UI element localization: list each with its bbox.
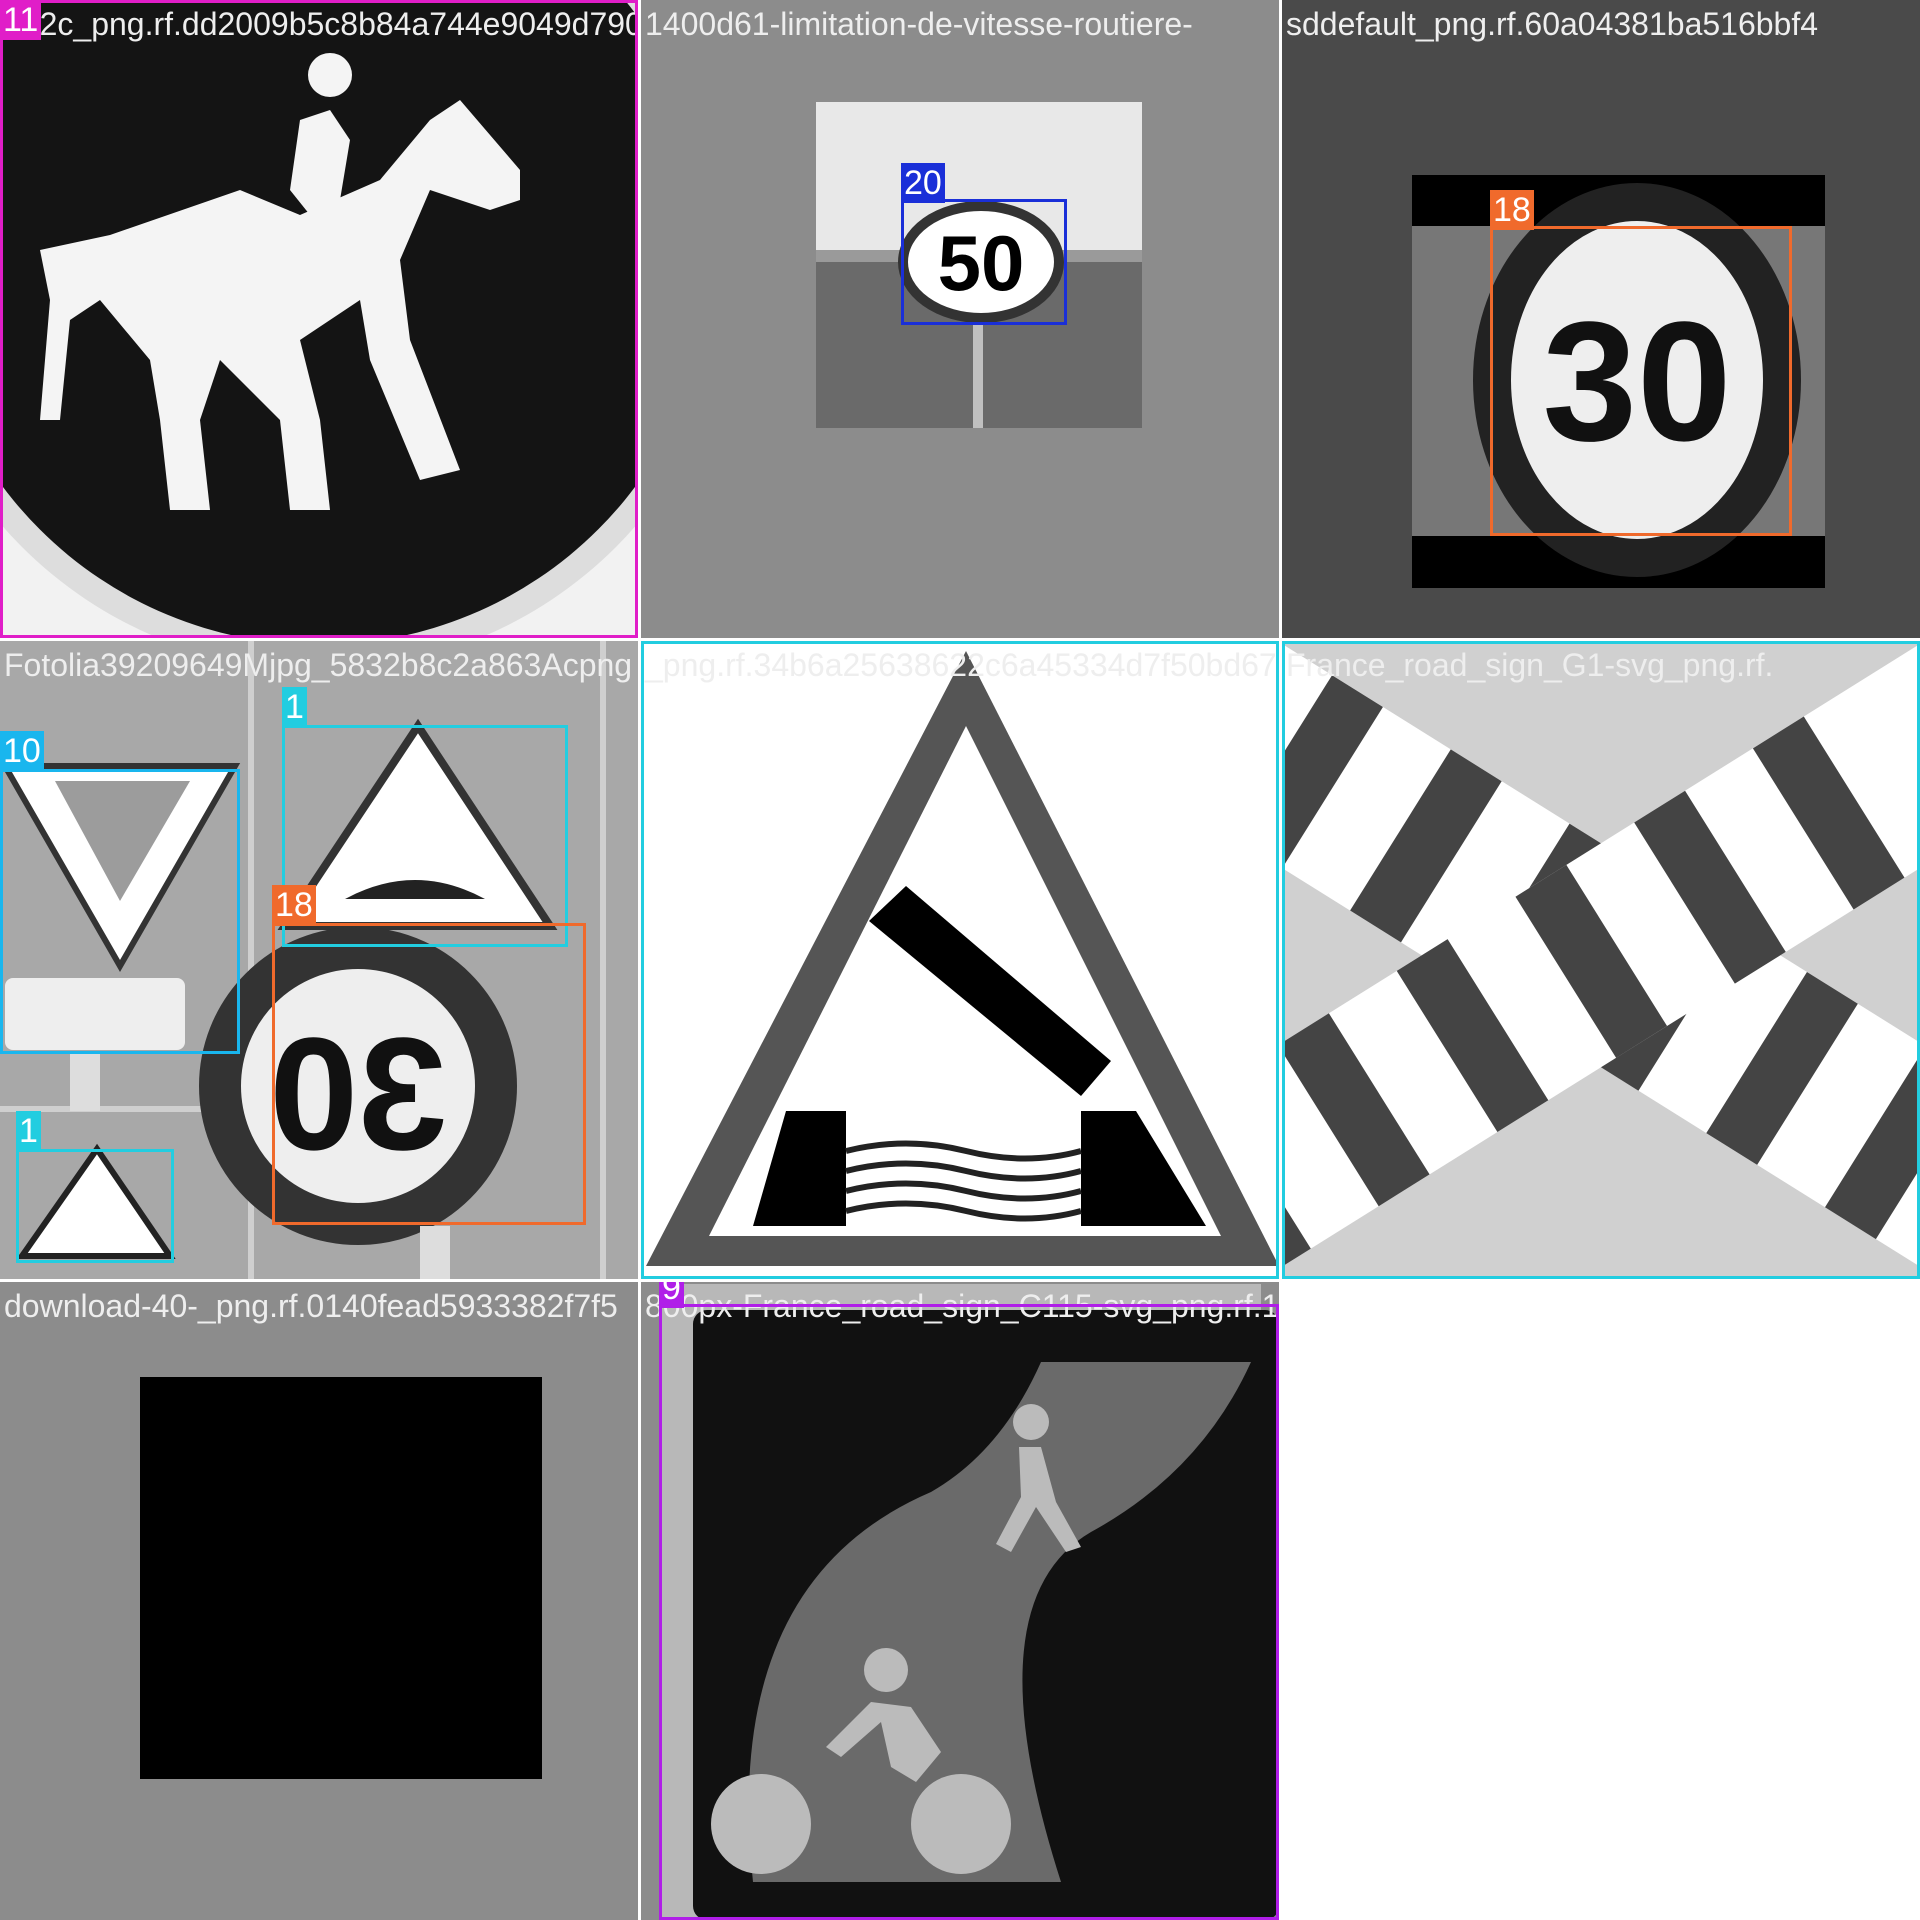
- tile-filename: download-40-_png.rf.0140fead5933382f7f5: [4, 1288, 618, 1324]
- detection-box: [641, 641, 1279, 1279]
- mosaic-tile-4: 30 Fotolia39209649Mjpg_5832b8c2a863Acpng…: [0, 641, 638, 1279]
- detection-box: [1282, 641, 1920, 1279]
- detection-box: [0, 0, 638, 638]
- detection-box: [901, 199, 1067, 325]
- detection-box: [272, 923, 586, 1225]
- detection-box: [659, 1304, 1279, 1920]
- detection-box: [16, 1149, 174, 1263]
- mosaic-tile-6: France_road_sign_G1-svg_png.rf. 1: [1282, 641, 1920, 1279]
- detection-label: 18: [1490, 190, 1534, 230]
- mosaic-tile-3: 30 sddefault_png.rf.60a04381ba516bbf4 18: [1282, 0, 1920, 638]
- detection-label: 1: [1282, 641, 1307, 643]
- tile-filename: Fotolia39209649Mjpg_5832b8c2a863Acpng: [4, 647, 633, 683]
- tile-filename: sddefault_png.rf.60a04381ba516bbf4: [1286, 6, 1819, 42]
- detection-box: [1490, 226, 1792, 536]
- mosaic-tile-9-empty: [1282, 1282, 1920, 1920]
- detection-label: 10: [0, 731, 44, 771]
- black-square-image: [140, 1377, 542, 1779]
- mosaic-tile-5: _png.rf.34b6a25638622c6a45334d7f50bd67 1: [641, 641, 1279, 1279]
- detection-label: 1: [641, 641, 666, 643]
- detection-box: [0, 769, 240, 1054]
- tile-filename: 1400d61-limitation-de-vitesse-routiere-: [645, 6, 1193, 42]
- detection-label: 18: [272, 885, 316, 925]
- mosaic-tile-2: 50 1400d61-limitation-de-vitesse-routier…: [641, 0, 1279, 638]
- detection-box: [282, 725, 568, 947]
- mosaic-tile-1: 122c_png.rf.dd2009b5c8b84a744e9049d79046…: [0, 0, 638, 638]
- mosaic-tile-7: download-40-_png.rf.0140fead5933382f7f5: [0, 1282, 638, 1920]
- detection-label: 20: [901, 163, 945, 203]
- detection-label: 1: [282, 687, 307, 727]
- detection-label: 9: [659, 1282, 684, 1308]
- detection-label: 1: [16, 1111, 41, 1151]
- mosaic-tile-8: 800px-France_road_sign_C115-svg_png.rf.1…: [641, 1282, 1279, 1920]
- detection-label: 11: [0, 0, 42, 40]
